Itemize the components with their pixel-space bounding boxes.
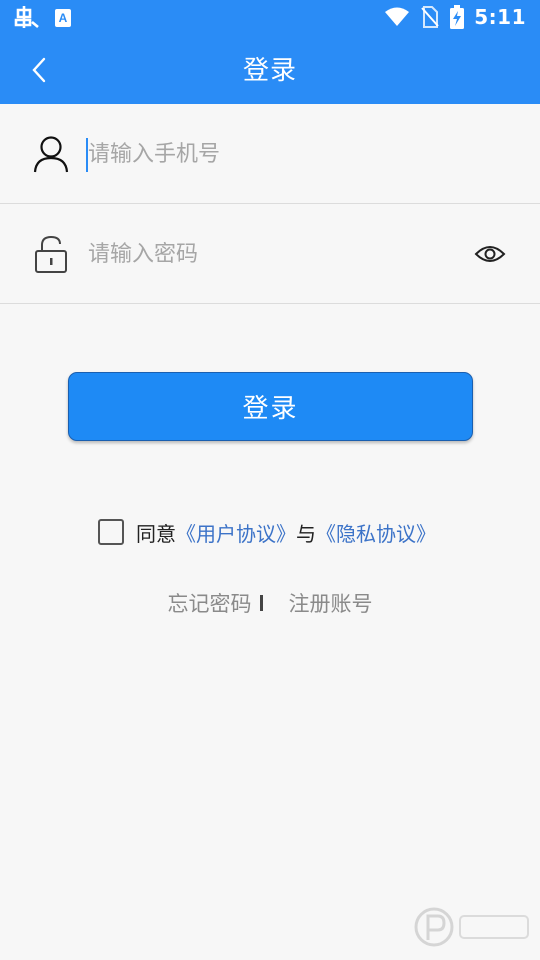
page-title: 登录 — [242, 56, 297, 86]
eye-icon[interactable] — [474, 242, 506, 266]
agreement-conjunction: 与 — [296, 521, 316, 546]
status-bar-right-icons: 5:11 — [384, 5, 526, 29]
battery-charging-icon — [450, 5, 465, 29]
user-agreement-link[interactable]: 《用户协议》 — [176, 518, 296, 547]
watermark-icon — [414, 907, 529, 947]
phone-field-row — [0, 104, 540, 204]
agreement-row: 同意 《用户协议》 与 《隐私协议》 — [98, 516, 436, 548]
watermark-logo — [412, 902, 532, 952]
account-links: 忘记密码 注册账号 — [0, 588, 540, 618]
user-icon — [33, 136, 69, 173]
status-bar-left-icons: A — [14, 6, 72, 30]
no-sim-icon — [421, 6, 439, 28]
app-bar: 登录 — [0, 36, 540, 104]
register-link[interactable]: 注册账号 — [289, 588, 373, 618]
app-bug-icon — [14, 6, 39, 28]
phone-input[interactable] — [86, 130, 450, 178]
password-input[interactable] — [86, 230, 450, 278]
status-time: 5:11 — [474, 5, 526, 29]
forgot-password-link[interactable]: 忘记密码 — [168, 588, 252, 618]
login-button[interactable]: 登录 — [68, 372, 473, 441]
a-text-icon: A — [55, 9, 71, 27]
status-bar: A 5:11 — [0, 0, 540, 36]
agreement-checkbox[interactable] — [98, 519, 124, 545]
link-separator — [259, 595, 263, 611]
svg-text:A: A — [59, 11, 68, 25]
password-field-row — [0, 204, 540, 304]
lock-icon — [35, 235, 67, 273]
wifi-icon — [385, 7, 410, 26]
privacy-policy-link[interactable]: 《隐私协议》 — [316, 518, 436, 547]
agreement-prefix: 同意 — [136, 521, 176, 546]
